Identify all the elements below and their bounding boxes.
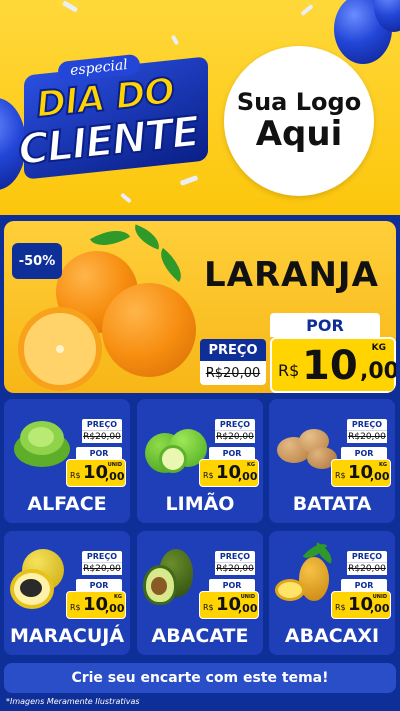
store-logo-placeholder[interactable]: Sua Logo Aqui (224, 46, 374, 196)
cta-banner[interactable]: Crie seu encarte com este tema! (4, 663, 396, 693)
new-price-tag: R$ 10 ,00 UNID (331, 591, 391, 619)
new-price-label: POR (341, 579, 387, 591)
old-price-label: PREÇO (200, 339, 266, 361)
old-price-tag: PREÇO R$20,00 (215, 419, 255, 443)
product-name: MARACUJÁ (9, 625, 125, 647)
price-decimal: ,00 (360, 359, 396, 384)
header-banner: especial DIA DO CLIENTE Sua Logo Aqui (0, 0, 400, 215)
old-price-tag: PREÇO R$20,00 (82, 419, 122, 443)
product-name: ALFACE (27, 493, 107, 515)
logo-line-1: Sua Logo (236, 88, 362, 117)
old-price-value: R$20,00 (200, 361, 266, 385)
leaf-decoration (152, 247, 190, 283)
orange-half-icon (18, 307, 102, 391)
price-integer: 10 (302, 343, 358, 389)
old-price-tag: PREÇO R$20,00 (347, 419, 387, 443)
discount-badge: -50% (12, 243, 62, 279)
product-card-limao[interactable]: PREÇO R$20,00 POR R$ 10 ,00 KG LIMÃO (137, 399, 263, 523)
featured-product-card[interactable]: -50% LARANJA PREÇO R$20,00 POR R$ 10 ,00… (4, 221, 396, 393)
product-name: ABACAXI (284, 625, 380, 647)
price-unit: KG (371, 343, 386, 353)
old-price-tag: PREÇO R$20,00 (82, 551, 122, 575)
product-name: ABACATE (151, 625, 249, 647)
confetti-decoration (61, 0, 79, 13)
new-price-label: POR (341, 447, 387, 459)
old-price-tag: PREÇO R$20,00 (215, 551, 255, 575)
product-name: LIMÃO (165, 493, 235, 515)
logo-line-2: Aqui (255, 114, 343, 155)
currency-symbol: R$ (278, 361, 300, 380)
product-card-batata[interactable]: PREÇO R$20,00 POR R$ 10 ,00 KG BATATA (269, 399, 395, 523)
confetti-decoration (120, 192, 132, 204)
new-price-label: POR (209, 579, 255, 591)
product-card-maracuja[interactable]: PREÇO R$20,00 POR R$ 10 ,00 KG MARACUJÁ (4, 531, 130, 655)
product-card-abacate[interactable]: PREÇO R$20,00 POR R$ 10 ,00 UNID ABACATE (137, 531, 263, 655)
disclaimer-text: *Imagens Meramente Ilustrativas (6, 697, 140, 706)
product-card-alface[interactable]: PREÇO R$20,00 POR R$ 10 ,00 UNID ALFACE (4, 399, 130, 523)
new-price-label: POR (76, 579, 122, 591)
leaf-decoration (89, 221, 131, 255)
new-price-tag: R$ 10 ,00 UNID (199, 591, 259, 619)
leaf-decoration (130, 224, 164, 250)
old-price-tag: PREÇO R$20,00 (347, 551, 387, 575)
new-price-tag: R$ 10 ,00 KG (270, 337, 396, 393)
new-price-tag: R$ 10 ,00 UNID (66, 459, 126, 487)
featured-product-name: LARANJA (204, 255, 379, 295)
orange-icon (102, 283, 196, 377)
new-price-tag: R$ 10 ,00 KG (199, 459, 259, 487)
product-card-abacaxi[interactable]: PREÇO R$20,00 POR R$ 10 ,00 UNID ABACAXI (269, 531, 395, 655)
new-price-tag: R$ 10 ,00 KG (331, 459, 391, 487)
new-price-tag: R$ 10 ,00 KG (66, 591, 126, 619)
confetti-decoration (300, 3, 314, 17)
offers-area: -50% LARANJA PREÇO R$20,00 POR R$ 10 ,00… (0, 215, 400, 711)
new-price-label: POR (270, 313, 380, 337)
old-price-tag: PREÇO R$20,00 (200, 339, 266, 385)
new-price-label: POR (209, 447, 255, 459)
new-price-label: POR (76, 447, 122, 459)
product-name: BATATA (292, 493, 372, 515)
event-title-logo: especial DIA DO CLIENTE (6, 44, 216, 184)
